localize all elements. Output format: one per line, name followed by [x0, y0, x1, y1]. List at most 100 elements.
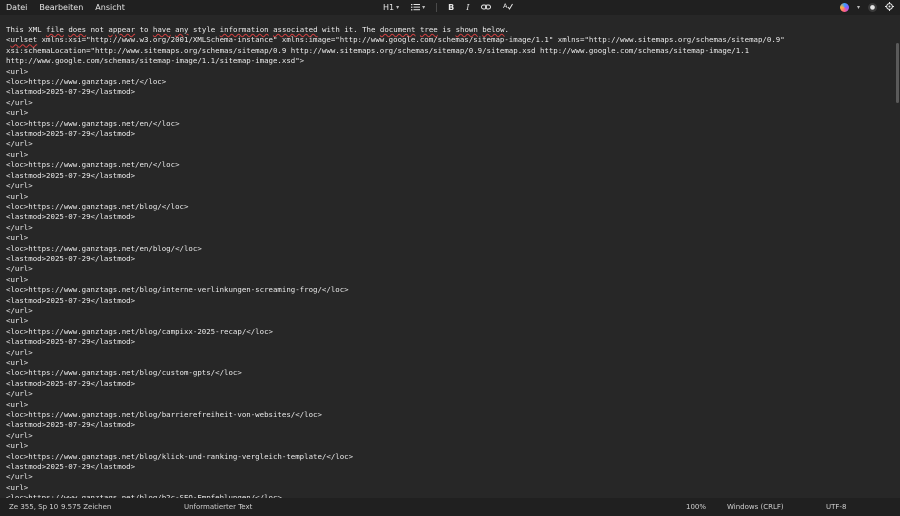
- xml-line: <lastmod>2025-07-29</lastmod>: [6, 295, 136, 305]
- xml-line: xsi:schemaLocation="http://www.sitemaps.…: [6, 45, 750, 55]
- toolbar-divider: [436, 3, 438, 12]
- xml-line: <url>: [6, 316, 29, 326]
- xml-line: <url>: [6, 233, 29, 243]
- text-segment: .: [504, 25, 509, 34]
- bold-icon: B: [448, 3, 455, 12]
- copilot-icon[interactable]: [839, 3, 849, 12]
- xml-line: <url>: [6, 149, 29, 159]
- cursor-position: Ze 355, Sp 10: [9, 503, 59, 511]
- xml-line: <loc>https://www.ganztags.net/blog/</loc…: [6, 201, 189, 211]
- xml-line: <loc>https://www.ganztags.net/blog/inter…: [6, 285, 349, 295]
- menu-bearbeiten[interactable]: Bearbeiten: [33, 0, 89, 15]
- link-icon: [481, 3, 492, 13]
- list-dropdown[interactable]: ▾: [408, 0, 428, 15]
- xml-line: <lastmod>2025-07-29</lastmod>: [6, 378, 136, 388]
- xml-line: <url>: [6, 108, 29, 118]
- status-bar: Ze 355, Sp 10 9.575 Zeichen Unformatiert…: [0, 498, 900, 516]
- xml-line: <lastmod>2025-07-29</lastmod>: [6, 337, 136, 347]
- xml-line: <lastmod>2025-07-29</lastmod>: [6, 212, 136, 222]
- misspelled-word[interactable]: below: [482, 25, 504, 34]
- menu-ansicht[interactable]: Ansicht: [89, 0, 131, 15]
- format-indicator[interactable]: Unformatierter Text: [184, 498, 252, 516]
- chevron-down-icon: ▾: [396, 4, 400, 11]
- right-tools: ▾ ●: [839, 0, 894, 15]
- misspelled-word[interactable]: shown: [456, 25, 478, 34]
- xml-line: <lastmod>2025-07-29</lastmod>: [6, 129, 136, 139]
- gear-icon[interactable]: [885, 2, 894, 13]
- text-segment: style: [188, 25, 220, 34]
- xml-line: </url>: [6, 97, 33, 107]
- misspelled-word[interactable]: any: [175, 25, 188, 34]
- italic-button[interactable]: I: [463, 0, 472, 15]
- chevron-down-icon[interactable]: ▾: [857, 4, 860, 11]
- bold-button[interactable]: B: [445, 0, 457, 15]
- misspelled-word[interactable]: urlset: [10, 35, 37, 44]
- misspelled-word[interactable]: appear: [108, 25, 135, 34]
- text-segment: is: [437, 25, 456, 34]
- xml-line: </url>: [6, 222, 33, 232]
- xml-line: </url>: [6, 264, 33, 274]
- xml-lines: xsi:schemaLocation="http://www.sitemaps.…: [6, 46, 895, 498]
- misspelled-word[interactable]: file: [46, 25, 64, 34]
- xml-line: <url>: [6, 66, 29, 76]
- xml-line: <lastmod>2025-07-29</lastmod>: [6, 253, 136, 263]
- xml-notice-line: This XML file does not appear to have an…: [6, 25, 895, 35]
- menu-datei[interactable]: Datei: [0, 0, 33, 15]
- text-segment: not: [86, 25, 109, 34]
- misspelled-word[interactable]: does: [68, 25, 86, 34]
- list-icon: [411, 3, 421, 13]
- xml-line: <url>: [6, 441, 29, 451]
- heading-dropdown[interactable]: H1 ▾: [380, 0, 402, 15]
- xml-line: <loc>https://www.ganztags.net/blog/barri…: [6, 410, 322, 420]
- xml-line: <loc>https://www.ganztags.net/blog/custo…: [6, 368, 242, 378]
- vertical-scrollbar[interactable]: [895, 15, 900, 498]
- xml-line: </url>: [6, 305, 33, 315]
- xml-line: http://www.google.com/schemas/sitemap-im…: [6, 56, 305, 66]
- account-icon[interactable]: ●: [868, 3, 877, 12]
- link-button[interactable]: [478, 0, 494, 15]
- xml-line: <url>: [6, 274, 29, 284]
- xml-line: <lastmod>2025-07-29</lastmod>: [6, 87, 136, 97]
- xml-line: <url>: [6, 399, 29, 409]
- text-segment: with it. The: [317, 25, 380, 34]
- italic-icon: I: [466, 3, 470, 12]
- xml-line: <lastmod>2025-07-29</lastmod>: [6, 420, 136, 430]
- spellcheck-icon: A: [503, 2, 514, 13]
- text-editor[interactable]: This XML file does not appear to have an…: [0, 15, 895, 498]
- xml-line: <lastmod>2025-07-29</lastmod>: [6, 462, 136, 472]
- chevron-down-icon: ▾: [422, 4, 426, 11]
- zoom-level[interactable]: 100%: [686, 498, 706, 516]
- xml-line: </url>: [6, 347, 33, 357]
- xml-line: <loc>https://www.ganztags.net/blog/campi…: [6, 326, 273, 336]
- xml-line: <loc>https://www.ganztags.net/en/</loc>: [6, 160, 180, 170]
- xml-line: <url>: [6, 482, 29, 492]
- xml-line: <url>: [6, 358, 29, 367]
- text-segment: This XML: [6, 25, 47, 34]
- spellcheck-button[interactable]: A: [500, 0, 516, 15]
- character-count: 9.575 Zeichen: [61, 503, 112, 511]
- xml-line: </url>: [6, 389, 33, 399]
- text-segment: to: [135, 25, 153, 34]
- xml-line: <loc>https://www.ganztags.net/blog/klick…: [6, 451, 354, 461]
- menu-bar: Datei Bearbeiten Ansicht H1 ▾ ▾ B I A ▾ …: [0, 0, 900, 15]
- urlset-line: <urlset xmlns:xsi="http://www.w3.org/200…: [6, 35, 895, 45]
- xml-line: </url>: [6, 139, 33, 149]
- scrollbar-thumb[interactable]: [896, 43, 899, 103]
- misspelled-word[interactable]: have: [153, 25, 171, 34]
- svg-text:A: A: [503, 2, 508, 10]
- format-toolbar: H1 ▾ ▾ B I A: [380, 0, 516, 15]
- main-menu: Datei Bearbeiten Ansicht: [0, 0, 131, 15]
- misspelled-word[interactable]: information: [220, 25, 269, 34]
- misspelled-word[interactable]: tree: [420, 25, 438, 34]
- xml-line: <loc>https://www.ganztags.net/en/</loc>: [6, 118, 180, 128]
- misspelled-word[interactable]: associated: [273, 25, 318, 34]
- xml-line: </url>: [6, 181, 33, 191]
- misspelled-word[interactable]: document: [380, 25, 416, 34]
- xml-line: </url>: [6, 472, 33, 482]
- text-segment: xmlns:xsi="http://www.w3.org/2001/XMLSch…: [37, 35, 785, 45]
- xml-line: <loc>https://www.ganztags.net/</loc>: [6, 77, 167, 87]
- encoding[interactable]: UTF-8: [826, 498, 846, 516]
- xml-line: <loc>https://www.ganztags.net/en/blog/</…: [6, 243, 202, 253]
- xml-line: </url>: [6, 430, 33, 440]
- line-ending[interactable]: Windows (CRLF): [727, 498, 784, 516]
